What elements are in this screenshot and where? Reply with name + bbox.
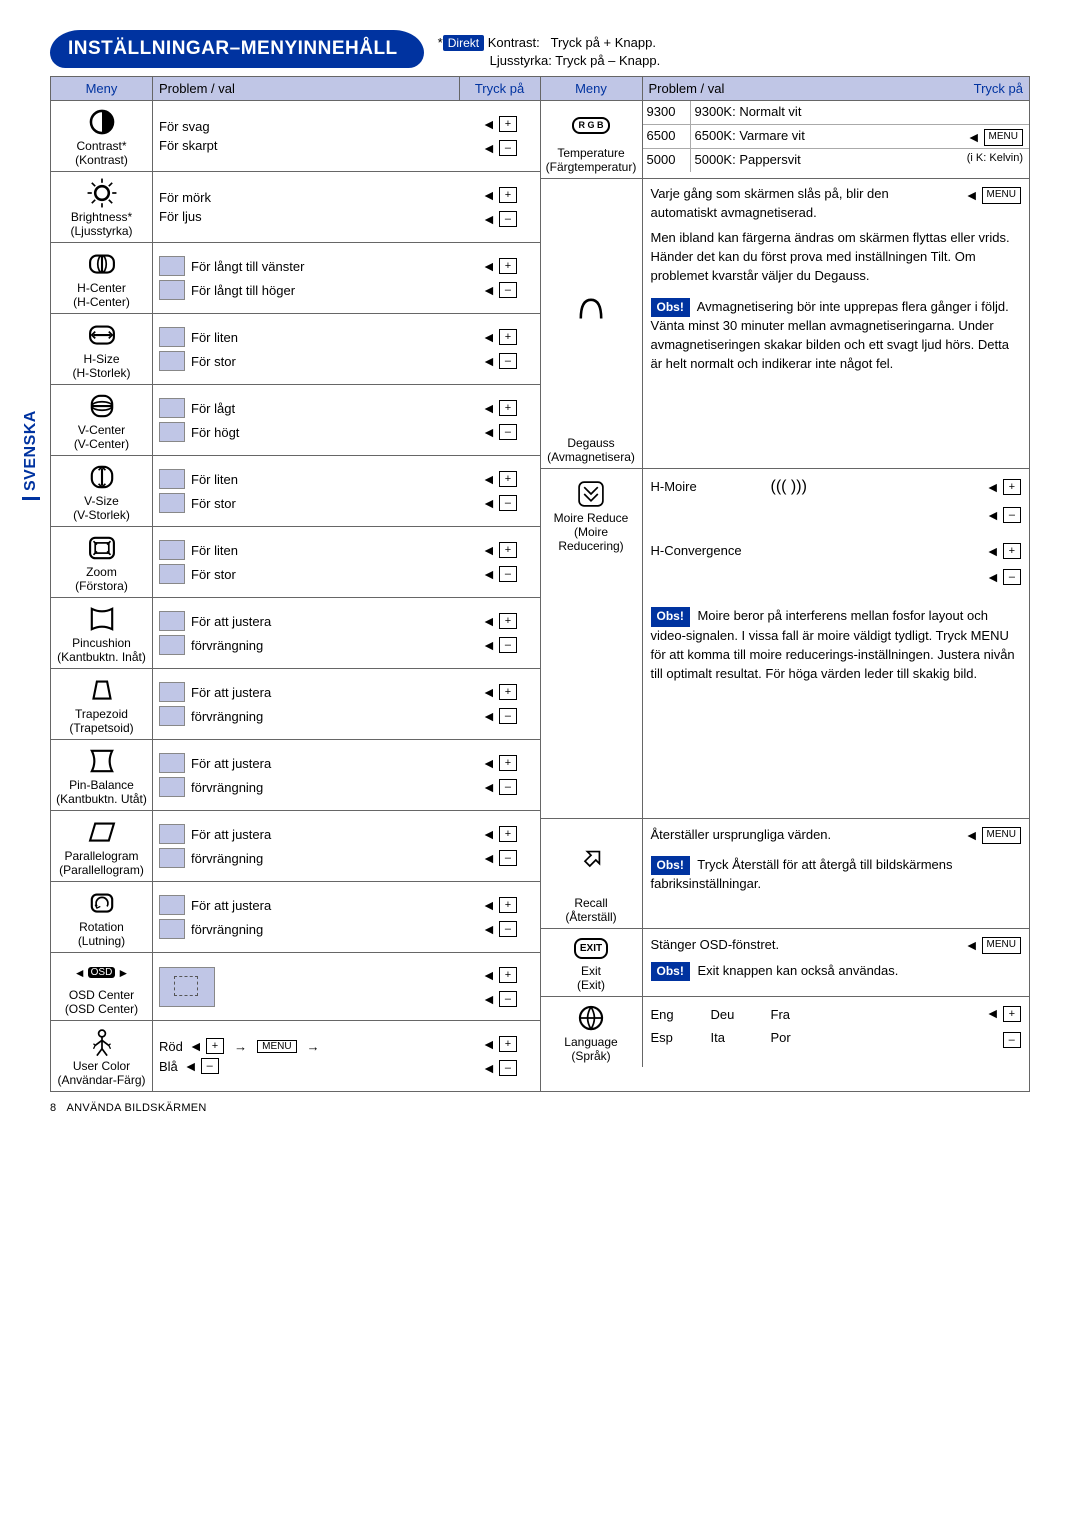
page-title: INSTÄLLNINGAR–MENYINNEHÅLL (50, 30, 424, 68)
plus-button[interactable]: ◄+ (482, 471, 517, 487)
setting-row: V-Size(V-Storlek)För litenFör stor◄+◄– (51, 456, 540, 527)
plus-button[interactable]: ◄+ (482, 826, 517, 842)
lang-option: Por (771, 1029, 831, 1048)
minus-button[interactable]: ◄– (482, 282, 517, 298)
setting-icon: ◄OSD► (74, 957, 129, 988)
recall-text: Återställer ursprungliga värden. (651, 826, 965, 845)
minus-button[interactable]: ◄– (482, 140, 517, 156)
setting-icon (85, 247, 119, 281)
plus-button[interactable]: ◄+ (482, 684, 517, 700)
degauss-text1: Varje gång som skärmen slås på, blir den… (651, 185, 957, 223)
plus-button[interactable]: ◄+ (482, 258, 517, 274)
degauss-icon (574, 183, 608, 436)
setting-icon (85, 389, 119, 423)
obs-badge: Obs! (651, 298, 690, 317)
setting-row: Parallelogram(Parallellogram)För att jus… (51, 811, 540, 882)
setting-row: User Color(Användar-Färg)Röd ◄+ →MENU→Bl… (51, 1021, 540, 1091)
setting-row: H-Size(H-Storlek)För litenFör stor◄+◄– (51, 314, 540, 385)
minus-button[interactable]: ◄– (482, 921, 517, 937)
setting-row: Contrast*(Kontrast)För svagFör skarpt◄+◄… (51, 101, 540, 172)
exit-obs: Exit knappen kan också användas. (697, 963, 898, 978)
side-tab-svenska: SVENSKA (22, 410, 40, 500)
lang-option: Deu (711, 1006, 771, 1025)
setting-icon (85, 176, 119, 210)
minus-button[interactable]: ◄– (482, 991, 517, 1007)
temp-row: 50005000K: Pappersvit(i K: Kelvin) (643, 149, 1030, 172)
setting-row: Rotation(Lutning)För att justeraförvräng… (51, 882, 540, 953)
footer: 8 ANVÄNDA BILDSKÄRMEN (50, 1102, 1030, 1114)
temp-row: 65006500K: Varmare vit◄MENU (643, 125, 1030, 149)
minus-button[interactable]: ◄– (482, 495, 517, 511)
setting-icon (85, 460, 119, 494)
setting-icon (85, 105, 119, 139)
language-icon (574, 1001, 608, 1035)
setting-icon (85, 886, 119, 920)
minus-button[interactable]: ◄– (482, 424, 517, 440)
setting-row: Zoom(Förstora)För litenFör stor◄+◄– (51, 527, 540, 598)
lang-option: Esp (651, 1029, 711, 1048)
setting-row: Trapezoid(Trapetsoid)För att justeraförv… (51, 669, 540, 740)
hdr-problem-r: Problem / val (643, 77, 940, 100)
h-conv-label: H-Convergence (651, 542, 801, 561)
plus-button[interactable]: ◄+ (482, 116, 517, 132)
setting-row: Brightness*(Ljusstyrka)För mörkFör ljus◄… (51, 172, 540, 243)
lang-option: Fra (771, 1006, 831, 1025)
plus-button[interactable]: ◄+ (482, 967, 517, 983)
degauss-obs: Avmagnetisering bör inte upprepas flera … (651, 299, 1009, 371)
temp-row: 93009300K: Normalt vit (643, 101, 1030, 125)
hdr-tryck-r: Tryck på (939, 77, 1029, 100)
plus-button[interactable]: ◄+ (482, 542, 517, 558)
setting-icon (85, 318, 119, 352)
setting-row: H-Center(H-Center)För långt till vänster… (51, 243, 540, 314)
setting-row: Pincushion(Kantbuktn. Inåt)För att juste… (51, 598, 540, 669)
direkt-note: *Direkt Kontrast: Tryck på + Knapp. Ljus… (438, 30, 661, 70)
moire-pattern-icon: ((( ))) (771, 475, 807, 498)
setting-icon (85, 531, 119, 565)
setting-icon (85, 815, 119, 849)
minus-button[interactable]: ◄– (482, 566, 517, 582)
exit-icon: EXIT (574, 933, 608, 964)
h-moire-label: H-Moire (651, 478, 761, 497)
lang-option: Ita (711, 1029, 771, 1048)
moire-icon (574, 477, 608, 511)
lang-option: Eng (651, 1006, 711, 1025)
plus-button[interactable]: ◄+ (482, 613, 517, 629)
exit-text: Stänger OSD-fönstret. (651, 936, 965, 955)
rgb-icon: R G B (572, 105, 609, 146)
plus-button[interactable]: ◄+ (482, 1036, 517, 1052)
setting-row: Pin-Balance(Kantbuktn. Utåt)För att just… (51, 740, 540, 811)
hdr-problem: Problem / val (153, 77, 460, 100)
minus-button[interactable]: ◄– (482, 211, 517, 227)
recall-icon (574, 823, 608, 896)
setting-row: V-Center(V-Center)För lågtFör högt◄+◄– (51, 385, 540, 456)
setting-icon (85, 673, 119, 707)
minus-button[interactable]: ◄– (482, 708, 517, 724)
plus-button[interactable]: ◄+ (482, 400, 517, 416)
minus-button[interactable]: ◄– (482, 1060, 517, 1076)
minus-button[interactable]: ◄– (482, 637, 517, 653)
hdr-tryck: Tryck på (460, 77, 540, 100)
recall-obs: Tryck Återställ för att återgå till bild… (651, 857, 953, 891)
setting-row: ◄OSD►OSD Center(OSD Center)◄+◄– (51, 953, 540, 1021)
setting-icon (85, 1025, 119, 1059)
hdr-meny: Meny (51, 77, 153, 100)
minus-button[interactable]: ◄– (482, 779, 517, 795)
moire-obs: Moire beror på interferens mellan fosfor… (651, 608, 1015, 680)
setting-icon (85, 602, 119, 636)
hdr-meny-r: Meny (541, 77, 643, 100)
minus-button[interactable]: ◄– (482, 850, 517, 866)
plus-button[interactable]: ◄+ (482, 755, 517, 771)
plus-button[interactable]: ◄+ (482, 187, 517, 203)
plus-button[interactable]: ◄+ (482, 329, 517, 345)
plus-button[interactable]: ◄+ (482, 897, 517, 913)
setting-icon (85, 744, 119, 778)
minus-button[interactable]: ◄– (482, 353, 517, 369)
settings-table: Meny Problem / val Tryck på Contrast*(Ko… (50, 76, 1030, 1092)
degauss-text2: Men ibland kan färgerna ändras om skärme… (651, 229, 1022, 286)
